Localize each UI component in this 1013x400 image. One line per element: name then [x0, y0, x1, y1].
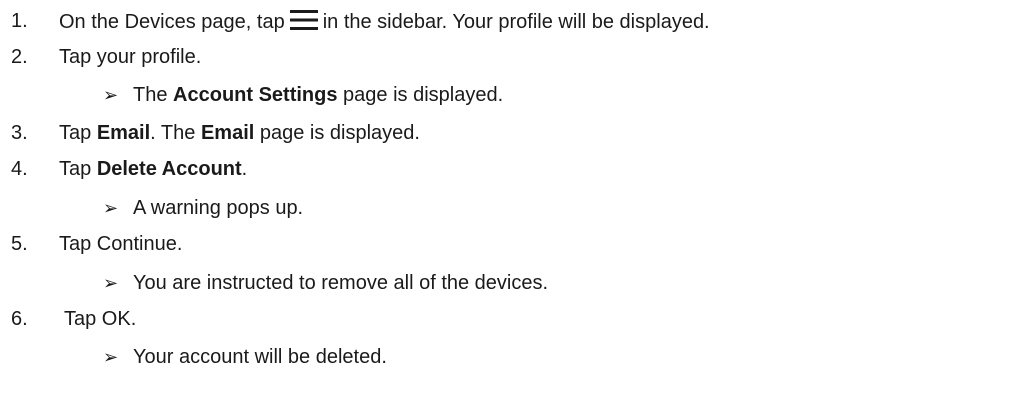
step-number: 1. [11, 10, 28, 32]
result-text: ➢ Your account will be deleted. [103, 346, 387, 368]
arrow-bullet-icon: ➢ [103, 85, 119, 105]
step-text: Tap OK. [64, 308, 137, 330]
menu-icon [289, 9, 319, 31]
result-text: ➢ The Account Settings page is displayed. [103, 84, 504, 106]
result-text: ➢ You are instructed to remove all of the… [103, 272, 549, 294]
step-text: Tap Continue. [59, 233, 183, 255]
step-text: Tap Delete Account. [59, 158, 248, 180]
step-number: 2. [11, 46, 28, 68]
step-text: Tap your profile. [59, 46, 202, 68]
result-text: ➢ A warning pops up. [103, 197, 304, 219]
step-number: 6. [11, 308, 28, 330]
step-number: 5. [11, 233, 28, 255]
arrow-bullet-icon: ➢ [103, 198, 119, 218]
step-number: 4. [11, 158, 28, 180]
step-text: Tap Email. The Email page is displayed. [59, 122, 420, 144]
arrow-bullet-icon: ➢ [103, 347, 119, 367]
arrow-bullet-icon: ➢ [103, 273, 119, 293]
step-number: 3. [11, 122, 28, 144]
step-text: On the Devices page, tap in the sidebar. … [59, 9, 710, 33]
